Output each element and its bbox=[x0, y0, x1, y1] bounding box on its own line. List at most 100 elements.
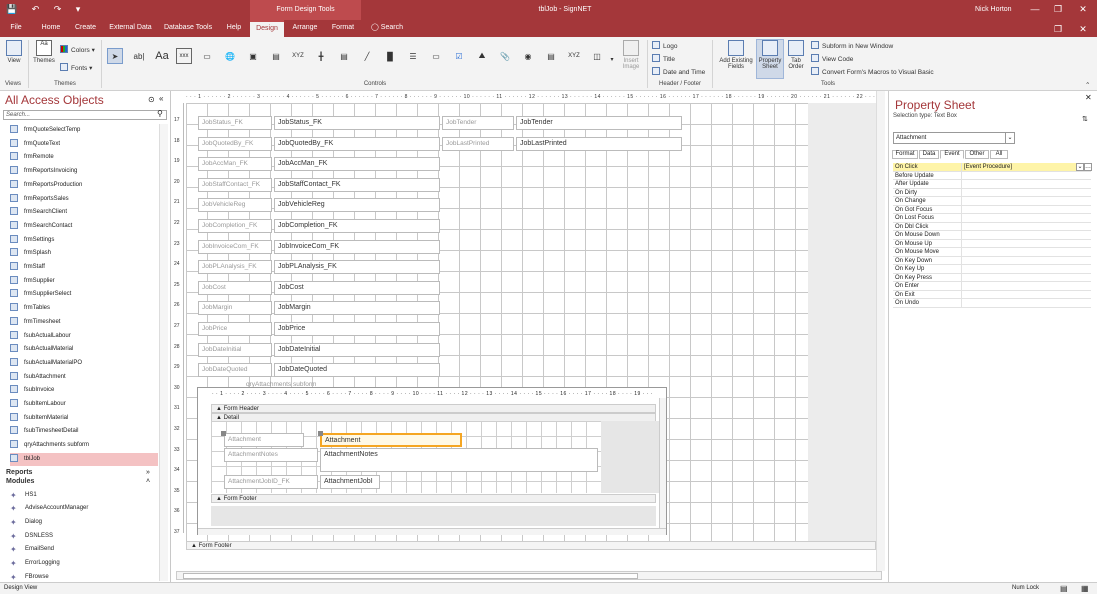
property-row[interactable]: On Key Up bbox=[893, 265, 1091, 274]
field-label[interactable]: JobStatus_FK bbox=[198, 116, 272, 130]
field-textbox[interactable]: JobDateQuoted bbox=[274, 363, 440, 378]
field-label[interactable]: JobDateInitial bbox=[198, 342, 272, 357]
nav-module-item[interactable]: ✦ DSNLESS bbox=[10, 530, 158, 543]
nav-section-reports[interactable]: Reports bbox=[6, 469, 32, 476]
field-label[interactable]: JobVehicleReg bbox=[198, 198, 272, 213]
nav-form-item[interactable]: fsubActualLabour bbox=[10, 330, 158, 343]
colors-button[interactable]: Colors ▾ bbox=[60, 45, 95, 54]
field-textbox[interactable]: JobInvoiceCom_FK bbox=[274, 239, 440, 254]
view-code-button[interactable]: View Code bbox=[811, 54, 853, 63]
expand-icon[interactable]: » bbox=[146, 469, 150, 476]
nav-form-item[interactable]: fsubItemLabour bbox=[10, 398, 158, 411]
property-row[interactable]: On Key Press bbox=[893, 273, 1091, 282]
property-row[interactable]: On Mouse Down bbox=[893, 231, 1091, 240]
field-label[interactable]: JobCompletion_FK bbox=[198, 219, 272, 233]
hyperlink-icon[interactable]: 🌐 bbox=[222, 48, 238, 64]
bound-object-frame-icon[interactable]: XYZ bbox=[566, 48, 582, 64]
tab-design[interactable]: Design bbox=[250, 20, 284, 37]
subform-vscrollbar[interactable] bbox=[659, 398, 666, 528]
property-row[interactable]: After Update bbox=[893, 180, 1091, 189]
field-label[interactable]: JobPLAnalysis_FK bbox=[198, 260, 272, 275]
field-label[interactable]: JobQuotedBy_FK bbox=[198, 136, 272, 151]
field-textbox[interactable]: JobStatus_FK bbox=[274, 116, 440, 130]
date-time-button[interactable]: Date and Time bbox=[652, 67, 705, 76]
property-value[interactable] bbox=[961, 248, 1091, 256]
dropdown-icon[interactable]: ⌄ bbox=[1076, 163, 1084, 171]
property-value[interactable] bbox=[961, 282, 1091, 290]
property-value[interactable] bbox=[961, 299, 1091, 307]
attachment-control-icon[interactable]: 📎 bbox=[497, 48, 513, 64]
nav-form-item[interactable]: fsubItemMaterial bbox=[10, 412, 158, 425]
convert-macros-button[interactable]: Convert Form's Macros to Visual Basic bbox=[811, 67, 934, 76]
subform-field-attachment-jobid[interactable]: AttachmentJobI bbox=[320, 475, 380, 489]
field-textbox[interactable]: JobPrice bbox=[274, 322, 440, 336]
property-row[interactable]: On Enter bbox=[893, 282, 1091, 291]
property-value[interactable] bbox=[961, 239, 1091, 248]
textbox-control-icon[interactable]: ab| bbox=[131, 48, 147, 64]
add-existing-fields-button[interactable]: Add Existing Fields bbox=[716, 40, 756, 70]
field-textbox[interactable]: JobQuotedBy_FK bbox=[274, 136, 440, 151]
tab-format[interactable]: Format bbox=[327, 20, 359, 37]
tab-order-button[interactable]: Tab Order bbox=[786, 40, 806, 70]
field-textbox[interactable]: JobStaffContact_FK bbox=[274, 177, 440, 192]
nav-title[interactable]: All Access Objects bbox=[5, 93, 104, 107]
nav-search-input[interactable]: Search... bbox=[3, 110, 167, 120]
field-textbox[interactable]: JobLastPrinted bbox=[516, 136, 682, 151]
button-control-icon[interactable]: xxx bbox=[176, 48, 192, 64]
nav-form-item[interactable]: frmStaff bbox=[10, 261, 158, 274]
option-button-icon[interactable]: ◉ bbox=[520, 48, 536, 64]
toggle-button-icon[interactable]: █ bbox=[382, 48, 398, 64]
property-row[interactable]: On Undo bbox=[893, 299, 1091, 308]
tab-home[interactable]: Home bbox=[37, 20, 65, 37]
quick-access-toolbar[interactable]: 💾 ↶ ↷ ▾ bbox=[6, 4, 86, 15]
nav-collapse-icon[interactable]: « bbox=[159, 94, 163, 103]
property-row[interactable]: On Key Down bbox=[893, 256, 1091, 265]
field-textbox[interactable]: JobCost bbox=[274, 280, 440, 295]
property-row[interactable]: On Click [Event Procedure] ⌄… bbox=[893, 163, 1092, 172]
list-box-icon[interactable]: ☰ bbox=[405, 48, 421, 64]
user-name[interactable]: Nick Horton bbox=[975, 0, 1012, 19]
fonts-button[interactable]: Fonts ▾ bbox=[60, 63, 92, 72]
nav-menu-icon[interactable]: ⊙ bbox=[148, 95, 155, 104]
nav-form-item[interactable]: frmSplash bbox=[10, 247, 158, 260]
tab-event[interactable]: Event bbox=[940, 150, 964, 159]
chevron-down-icon[interactable]: ⌄ bbox=[1005, 133, 1014, 143]
image-control-icon[interactable]: ⛰ bbox=[474, 48, 490, 64]
property-value[interactable] bbox=[961, 231, 1091, 239]
unbound-object-frame-icon[interactable]: ◫ bbox=[589, 48, 605, 64]
field-textbox[interactable]: JobPLAnalysis_FK bbox=[274, 260, 440, 275]
nav-module-item[interactable]: ✦ HS1 bbox=[10, 489, 158, 502]
nav-section-modules[interactable]: Modules bbox=[6, 478, 34, 485]
title-button[interactable]: Title bbox=[652, 54, 675, 63]
nav-form-item[interactable]: frmTimesheet bbox=[10, 316, 158, 329]
subform-field-attachment-notes[interactable]: AttachmentNotes bbox=[320, 448, 598, 472]
controls-more-icon[interactable]: ▾ bbox=[608, 51, 616, 67]
subform-icon[interactable]: ▤ bbox=[543, 48, 559, 64]
nav-form-item[interactable]: frmReportsSales bbox=[10, 193, 158, 206]
web-browser-icon[interactable]: ▣ bbox=[245, 48, 261, 64]
property-value[interactable] bbox=[961, 180, 1091, 188]
field-textbox[interactable]: JobAccMan_FK bbox=[274, 157, 440, 172]
nav-form-item[interactable]: frmRemote bbox=[10, 151, 158, 164]
nav-form-item[interactable]: fsubActualMaterialPO bbox=[10, 357, 158, 370]
field-label[interactable]: JobMargin bbox=[198, 301, 272, 316]
nav-form-item[interactable]: fsubInvoice bbox=[10, 384, 158, 397]
design-hscrollbar[interactable] bbox=[176, 571, 882, 580]
minimize-icon[interactable]: — bbox=[1023, 0, 1047, 20]
logo-button[interactable]: Logo bbox=[652, 41, 677, 50]
nav-form-item[interactable]: frmSearchContact bbox=[10, 220, 158, 233]
field-label[interactable]: JobDateQuoted bbox=[198, 363, 272, 378]
property-value[interactable] bbox=[961, 214, 1091, 222]
field-textbox[interactable]: JobTender bbox=[516, 116, 682, 130]
view-button[interactable]: View bbox=[4, 40, 24, 64]
subform-field-attachment[interactable]: Attachment bbox=[320, 433, 462, 447]
tab-all[interactable]: All bbox=[990, 150, 1008, 159]
nav-form-item[interactable]: frmTables bbox=[10, 302, 158, 315]
field-label[interactable]: JobPrice bbox=[198, 322, 272, 336]
navigation-control-icon[interactable]: ▤ bbox=[268, 48, 284, 64]
form-header-bar[interactable]: ▲ Form Header bbox=[211, 404, 656, 413]
tab-other[interactable]: Other bbox=[965, 150, 989, 159]
design-view-icon[interactable]: ▦ bbox=[1081, 583, 1089, 594]
field-label[interactable]: JobLastPrinted bbox=[442, 136, 514, 151]
field-label[interactable]: JobInvoiceCom_FK bbox=[198, 239, 272, 254]
